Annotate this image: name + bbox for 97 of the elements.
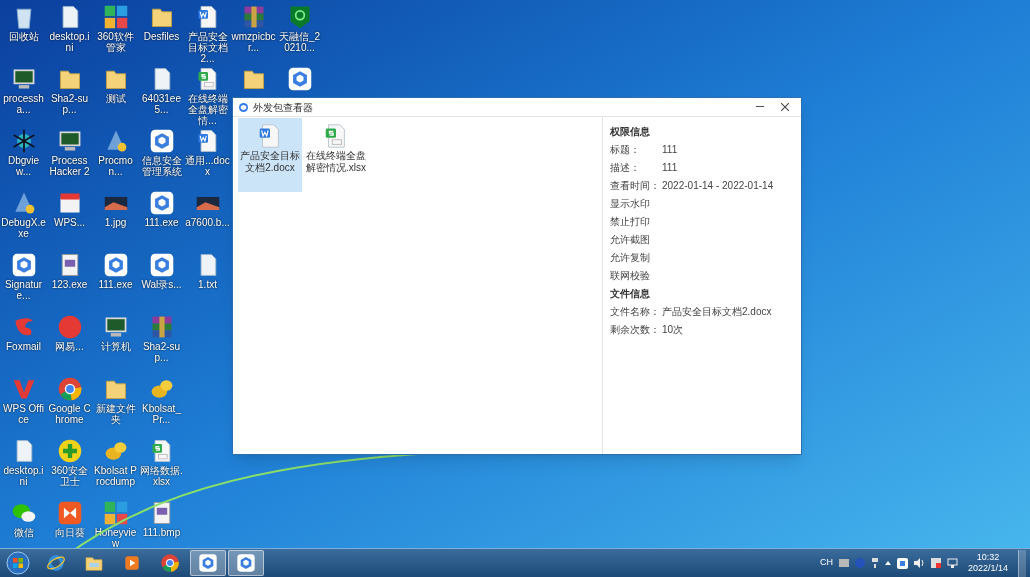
desktop-icon-label[interactable]: Wal录s... <box>139 279 184 290</box>
desktop-icon-label[interactable]: 信息安全管理系统 <box>139 155 184 177</box>
desktop-icon-label[interactable]: 通用...docx <box>185 155 230 177</box>
desktop-icon-label[interactable]: 测试 <box>93 93 138 104</box>
desktop-icon-label[interactable]: Dbgview... <box>1 155 46 177</box>
cube-app-icon <box>148 252 175 278</box>
desktop-icon-label[interactable]: 360软件管家 <box>93 31 138 53</box>
desktop-icon-label[interactable]: 360安全卫士 <box>47 465 92 487</box>
desktop-icon-label[interactable]: 微信 <box>1 527 46 538</box>
taskbar-button[interactable] <box>228 550 264 576</box>
desktop-icon-label[interactable]: 1.jpg <box>93 217 138 228</box>
desktop-icon-label[interactable]: Honeyview <box>93 527 138 549</box>
desktop-icon-label[interactable]: Kbolsat_Pr... <box>139 403 184 425</box>
app-logo-icon <box>239 102 248 112</box>
cube-app-icon <box>102 252 129 278</box>
desktop-icon-label[interactable]: processha... <box>1 93 46 115</box>
desktop-icon-label[interactable]: 产品安全目标文档2... <box>185 31 230 64</box>
info-label: 联网校验 <box>610 268 651 283</box>
cube-app-icon <box>148 128 175 154</box>
plus-icon <box>56 438 83 464</box>
cube-app-icon[interactable] <box>896 557 908 569</box>
info-value: 2022-01-14 - 2022-01-14 <box>662 178 774 193</box>
desktop-icon-label[interactable]: 回收站 <box>1 31 46 42</box>
desktop-icon-label[interactable]: 网络数据.xlsx <box>139 465 184 487</box>
info-label: 剩余次数： <box>610 322 661 337</box>
info-label: 文件名称： <box>610 304 661 319</box>
desktop-icon-label[interactable]: Kbolsat Procdump <box>93 465 138 487</box>
desktop-icon-label[interactable]: 向日葵 <box>47 527 92 538</box>
info-value: 10次 <box>662 322 684 337</box>
desktop-icon-label[interactable]: 新建文件夹 <box>93 403 138 425</box>
app-icon <box>56 500 83 526</box>
language-indicator[interactable]: CH <box>819 556 833 570</box>
bug-icon <box>10 128 37 154</box>
desktop-icon-label[interactable]: Sha2-sup... <box>47 93 92 115</box>
desktop-icon-label[interactable]: 天融信_20210... <box>277 31 322 53</box>
tiles-icon <box>102 4 129 30</box>
speaker-icon[interactable] <box>913 558 925 568</box>
file-tile[interactable]: 产品安全目标文档2.docx <box>238 118 302 192</box>
show-desktop-button[interactable] <box>1018 549 1026 577</box>
desktop-icon-label[interactable]: 网易... <box>47 341 92 352</box>
info-label: 禁止打印 <box>610 214 651 229</box>
desktop-icon-label[interactable]: 123.exe <box>47 279 92 290</box>
file-name: 在线终端全盘解密情况.xlsx <box>305 150 367 174</box>
cube-app-icon <box>236 553 256 573</box>
section-heading: 文件信息 <box>610 286 651 301</box>
desktop-icon-label[interactable]: DebugX.exe <box>1 217 46 239</box>
file-name: 产品安全目标文档2.docx <box>239 150 301 174</box>
info-label: 描述： <box>610 160 641 175</box>
file-tile[interactable]: 在线终端全盘解密情况.xlsx <box>304 118 368 192</box>
desktop-icon-label[interactable]: Signature... <box>1 279 46 301</box>
desktop-icon-label[interactable]: desktop.ini <box>47 31 92 53</box>
network-monitor-icon[interactable] <box>946 558 958 568</box>
ie-icon <box>46 553 66 573</box>
tiles-icon <box>102 500 129 526</box>
info-label: 标题： <box>610 142 641 157</box>
desktop-icon-label[interactable]: Desfiles <box>139 31 184 42</box>
app-icon <box>56 314 83 340</box>
desktop-icon-label[interactable]: desktop.ini <box>1 465 46 487</box>
info-value: 111 <box>662 160 678 175</box>
clock[interactable]: 10:32 2022/1/14 <box>963 552 1012 574</box>
desktop-icon-label[interactable]: a7600.b... <box>185 217 230 228</box>
desktop-icon-label[interactable]: WPS... <box>47 217 92 228</box>
desktop-icon-label[interactable]: Procmon... <box>93 155 138 177</box>
windows-logo-icon <box>6 551 30 575</box>
desktop-icon-label[interactable]: wmzpicbcr... <box>231 31 276 53</box>
play-icon <box>122 553 142 573</box>
info-label: 允许截图 <box>610 232 651 247</box>
info-label: 查看时间： <box>610 178 661 193</box>
cube-app-icon <box>198 553 218 573</box>
flag-icon[interactable] <box>930 558 941 568</box>
desktop-icon-label[interactable]: Foxmail <box>1 341 46 352</box>
desktop-icon-label[interactable]: 计算机 <box>93 341 138 352</box>
desktop-icon-label[interactable]: 111.bmp <box>139 527 184 538</box>
cube-app-icon <box>10 252 37 278</box>
section-heading: 权限信息 <box>610 124 651 139</box>
desktop-icon-label[interactable]: Process Hacker 2 <box>47 155 92 177</box>
desktop-icon-label[interactable]: 111.exe <box>93 279 138 290</box>
desktop-icon-label[interactable]: 在线终端全盘解密情... <box>185 93 230 126</box>
cube-app-icon <box>286 66 313 92</box>
chrome-icon <box>56 376 83 402</box>
desktop-icon-label[interactable]: WPS Office <box>1 403 46 425</box>
minimize-icon <box>756 106 764 108</box>
window-title: 外发包查看器 <box>253 100 313 115</box>
info-value: 产品安全目标文档2.docx <box>662 304 772 319</box>
cube-app-icon <box>148 190 175 216</box>
taskbar-button[interactable] <box>190 550 226 576</box>
info-label: 允许复制 <box>610 250 651 265</box>
show-hidden-icons-icon[interactable] <box>884 561 891 565</box>
desktop-icon-label[interactable]: 1.txt <box>185 279 230 290</box>
info-value: 111 <box>662 142 678 157</box>
desktop-icon-label[interactable]: Sha2-sup... <box>139 341 184 363</box>
desktop-icon-label[interactable]: 111.exe <box>139 217 184 228</box>
close-icon <box>781 103 789 111</box>
desktop-icon-label[interactable]: 64031ee5... <box>139 93 184 115</box>
chrome-icon <box>160 553 180 573</box>
desktop-icon-label[interactable]: Google Chrome <box>47 403 92 425</box>
info-label: 显示水印 <box>610 196 651 211</box>
